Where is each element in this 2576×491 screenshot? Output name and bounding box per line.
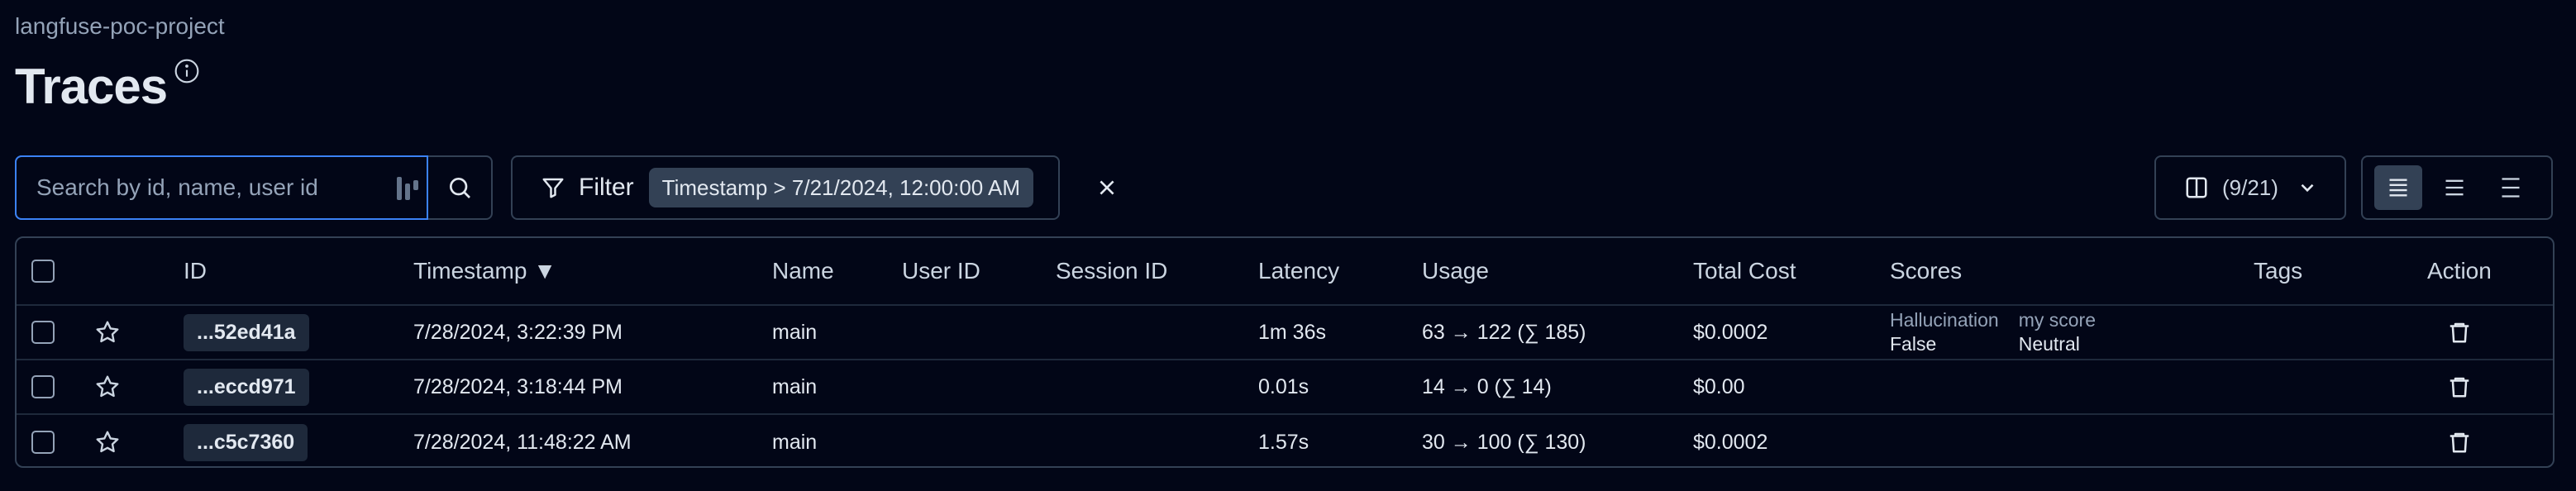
close-icon (1100, 180, 1114, 195)
page-title: Traces (15, 59, 168, 114)
clear-filter-button[interactable] (1091, 172, 1123, 203)
trash-icon (2450, 432, 2469, 453)
search-button[interactable] (428, 157, 491, 218)
score-name: my score (2018, 309, 2096, 331)
info-circle-icon[interactable] (174, 58, 200, 84)
density-standard-icon (2445, 179, 2464, 196)
chevron-down-icon (2301, 184, 2314, 193)
total-cost-cell: $0.0002 (1693, 430, 1768, 454)
select-all-cell (31, 238, 55, 304)
filter-label: Filter (579, 174, 634, 201)
column-header-timestamp[interactable]: Timestamp ▼ (413, 238, 556, 304)
density-comfortable-button[interactable] (2487, 165, 2535, 210)
table-row[interactable]: ...52ed41a 7/28/2024, 3:22:39 PM main 1m… (17, 306, 2553, 360)
latency-cell: 1m 36s (1258, 320, 1326, 344)
density-comfortable-icon (2502, 178, 2520, 198)
timestamp-cell: 7/28/2024, 11:48:22 AM (413, 430, 632, 454)
delete-button[interactable] (2447, 360, 2472, 413)
id-cell: ...52ed41a (184, 306, 309, 359)
bookmark-button[interactable] (94, 360, 121, 413)
id-cell: ...eccd971 (184, 360, 309, 413)
columns-count: (9/21) (2222, 174, 2278, 200)
filter-button[interactable]: Filter Timestamp > 7/21/2024, 12:00:00 A… (511, 155, 1060, 220)
column-header-action: Action (2427, 258, 2492, 284)
columns-selector-button[interactable]: (9/21) (2154, 155, 2346, 220)
search-input[interactable] (17, 174, 394, 202)
column-header-total-cost[interactable]: Total Cost (1693, 238, 1796, 304)
usage-cell: 14 → 0 (∑ 14) (1422, 374, 1552, 398)
row-checkbox[interactable] (31, 321, 55, 344)
star-icon (96, 321, 119, 343)
columns-icon (2186, 177, 2207, 198)
trash-icon (2450, 322, 2469, 343)
password-manager-icon[interactable] (397, 177, 418, 200)
name-cell: main (772, 320, 818, 344)
column-header-user-id[interactable]: User ID (902, 238, 980, 304)
column-header-tags[interactable]: Tags (2254, 238, 2302, 304)
trash-icon (2450, 377, 2469, 398)
project-name[interactable]: langfuse-poc-project (15, 13, 225, 40)
score-value: Neutral (2018, 333, 2080, 355)
column-header-latency[interactable]: Latency (1258, 238, 1339, 304)
star-icon (96, 431, 119, 453)
density-compact-button[interactable] (2374, 165, 2422, 210)
bookmark-button[interactable] (94, 415, 121, 466)
scores-cell: Hallucination False my score Neutral (1890, 306, 2116, 359)
column-header-id[interactable]: ID (184, 238, 207, 304)
delete-button[interactable] (2447, 306, 2472, 359)
column-header-session-id[interactable]: Session ID (1056, 238, 1167, 304)
trace-id-link[interactable]: ...c5c7360 (184, 423, 308, 461)
row-checkbox[interactable] (31, 375, 55, 398)
traces-table: ID Timestamp ▼ Name User ID Session ID L… (15, 236, 2555, 468)
star-icon (96, 375, 119, 398)
score-value: False (1890, 333, 1937, 355)
search-field-wrapper (15, 155, 428, 220)
latency-cell: 1.57s (1258, 430, 1309, 454)
table-row[interactable]: ...c5c7360 7/28/2024, 11:48:22 AM main 1… (17, 415, 2553, 466)
traces-page: langfuse-poc-project Traces Filter Time (0, 0, 2576, 491)
row-checkbox[interactable] (31, 431, 55, 454)
name-cell: main (772, 430, 818, 454)
timestamp-cell: 7/28/2024, 3:22:39 PM (413, 320, 623, 344)
filter-icon (542, 178, 564, 198)
score-hallucination: Hallucination False (1890, 308, 1999, 356)
column-header-name[interactable]: Name (772, 238, 834, 304)
table-row[interactable]: ...eccd971 7/28/2024, 3:18:44 PM main 0.… (17, 360, 2553, 415)
total-cost-cell: $0.0002 (1693, 320, 1768, 344)
density-standard-button[interactable] (2431, 165, 2478, 210)
table-header-row: ID Timestamp ▼ Name User ID Session ID L… (17, 238, 2553, 306)
score-name: Hallucination (1890, 309, 1999, 331)
row-select-cell (31, 306, 55, 359)
row-select-cell (31, 415, 55, 466)
row-density-toggle (2361, 155, 2553, 220)
usage-cell: 63 → 122 (∑ 185) (1422, 320, 1586, 344)
search-icon (450, 178, 470, 198)
score-my-score: my score Neutral (2019, 308, 2096, 356)
latency-cell: 0.01s (1258, 374, 1309, 398)
row-select-cell (31, 360, 55, 413)
bookmark-button[interactable] (94, 306, 121, 359)
density-compact-icon (2389, 179, 2407, 197)
trace-id-link[interactable]: ...eccd971 (184, 368, 309, 406)
trace-id-link[interactable]: ...52ed41a (184, 313, 309, 351)
name-cell: main (772, 374, 818, 398)
id-cell: ...c5c7360 (184, 415, 308, 466)
title-row: Traces (15, 56, 200, 117)
active-filter-chip[interactable]: Timestamp > 7/21/2024, 12:00:00 AM (648, 168, 1034, 207)
delete-button[interactable] (2447, 415, 2472, 466)
usage-cell: 30 → 100 (∑ 130) (1422, 430, 1586, 454)
select-all-checkbox[interactable] (31, 260, 55, 283)
column-header-scores[interactable]: Scores (1890, 238, 1962, 304)
total-cost-cell: $0.00 (1693, 374, 1745, 398)
column-header-usage[interactable]: Usage (1422, 238, 1489, 304)
timestamp-cell: 7/28/2024, 3:18:44 PM (413, 374, 623, 398)
search-box (15, 155, 493, 220)
